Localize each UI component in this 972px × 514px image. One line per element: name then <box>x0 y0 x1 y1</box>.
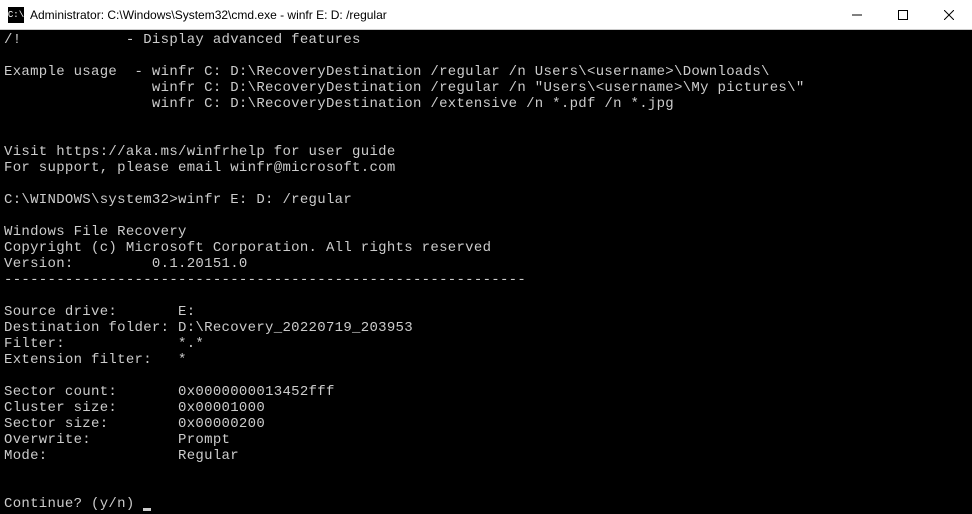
terminal-line: Mode: Regular <box>4 448 968 464</box>
terminal-line: Copyright (c) Microsoft Corporation. All… <box>4 240 968 256</box>
terminal-output[interactable]: /! - Display advanced features Example us… <box>0 30 972 514</box>
terminal-line <box>4 128 968 144</box>
terminal-line: Example usage - winfr C: D:\RecoveryDest… <box>4 64 968 80</box>
terminal-line: For support, please email winfr@microsof… <box>4 160 968 176</box>
terminal-line <box>4 464 968 480</box>
terminal-line: Version: 0.1.20151.0 <box>4 256 968 272</box>
terminal-line <box>4 208 968 224</box>
terminal-line: /! - Display advanced features <box>4 32 968 48</box>
terminal-line: winfr C: D:\RecoveryDestination /extensi… <box>4 96 968 112</box>
window-controls <box>834 0 972 29</box>
terminal-line: ----------------------------------------… <box>4 272 968 288</box>
terminal-line: Extension filter: * <box>4 352 968 368</box>
terminal-line: Visit https://aka.ms/winfrhelp for user … <box>4 144 968 160</box>
terminal-line: Continue? (y/n) <box>4 496 968 512</box>
cmd-icon: C:\ <box>8 7 24 23</box>
terminal-line: Overwrite: Prompt <box>4 432 968 448</box>
window-title: Administrator: C:\Windows\System32\cmd.e… <box>30 8 834 22</box>
terminal-line <box>4 480 968 496</box>
minimize-button[interactable] <box>834 0 880 29</box>
cursor <box>143 508 151 511</box>
terminal-line: C:\WINDOWS\system32>winfr E: D: /regular <box>4 192 968 208</box>
terminal-line <box>4 368 968 384</box>
terminal-line <box>4 48 968 64</box>
close-button[interactable] <box>926 0 972 29</box>
terminal-line <box>4 112 968 128</box>
terminal-line: Destination folder: D:\Recovery_20220719… <box>4 320 968 336</box>
terminal-line <box>4 288 968 304</box>
window-titlebar: C:\ Administrator: C:\Windows\System32\c… <box>0 0 972 30</box>
terminal-line: Sector size: 0x00000200 <box>4 416 968 432</box>
terminal-line: winfr C: D:\RecoveryDestination /regular… <box>4 80 968 96</box>
terminal-line: Cluster size: 0x00001000 <box>4 400 968 416</box>
maximize-button[interactable] <box>880 0 926 29</box>
terminal-line: Filter: *.* <box>4 336 968 352</box>
terminal-line: Source drive: E: <box>4 304 968 320</box>
terminal-line: Windows File Recovery <box>4 224 968 240</box>
terminal-line: Sector count: 0x0000000013452fff <box>4 384 968 400</box>
terminal-line <box>4 176 968 192</box>
